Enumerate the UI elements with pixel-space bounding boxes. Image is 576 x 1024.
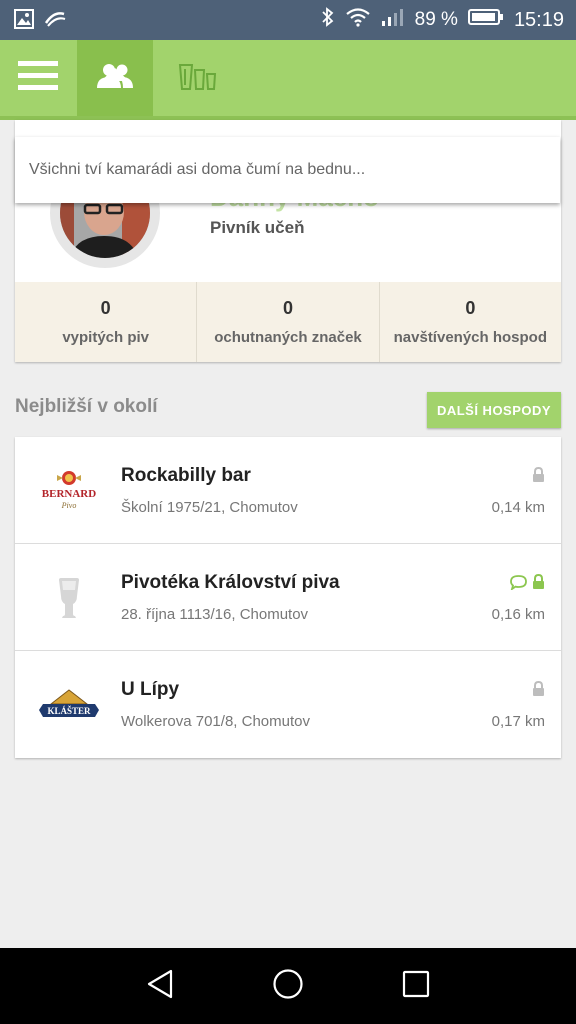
- back-icon: [145, 968, 175, 1005]
- active-tab-caret: [101, 68, 129, 81]
- gallery-icon: [14, 9, 34, 34]
- bernard-logo: BERNARD Pivo: [35, 463, 103, 519]
- battery-percent: 89 %: [414, 9, 458, 30]
- pub-list: BERNARD Pivo Rockabilly bar Školní 1975/…: [15, 437, 561, 758]
- clock: 15:19: [513, 8, 564, 31]
- app-bar: [0, 40, 576, 120]
- profile-stats: 0 vypitých piv 0 ochutnaných značek 0 na…: [15, 282, 561, 362]
- beer-glass-icon: [35, 570, 103, 626]
- stat-value: 0: [465, 298, 476, 318]
- stat-value: 0: [100, 298, 111, 318]
- bluetooth-icon: [321, 7, 335, 33]
- more-pubs-button[interactable]: DALŠÍ HOSPODY: [427, 392, 561, 428]
- pub-address: Školní 1975/21, Chomutov: [121, 499, 298, 516]
- pub-icons: [532, 466, 545, 488]
- lock-icon: [532, 466, 545, 488]
- pub-distance: 0,14 km: [491, 499, 545, 516]
- stat-value: 0: [282, 298, 293, 318]
- profile-rank: Pivník učeň: [210, 218, 305, 237]
- menu-button[interactable]: [0, 40, 76, 116]
- stat-brands-tasted: 0 ochutnaných značek: [197, 282, 380, 362]
- pub-name: U Lípy: [121, 679, 180, 700]
- logo-text: BERNARD: [42, 488, 96, 500]
- battery-icon: [467, 7, 504, 33]
- pub-address: 28. října 1113/16, Chomutov: [121, 606, 309, 623]
- logo-sub: Pivo: [61, 501, 77, 510]
- stat-beers-drunk: 0 vypitých piv: [15, 282, 198, 362]
- pub-distance: 0,16 km: [491, 606, 545, 623]
- pub-distance: 0,17 km: [491, 713, 545, 730]
- signal-icon: [381, 7, 405, 33]
- logo-text: KLÁŠTER: [47, 706, 91, 716]
- nearby-title: Nejbližší v okolí: [15, 396, 158, 417]
- lock-icon: [532, 573, 545, 595]
- menu-icon: [18, 60, 58, 97]
- system-nav-bar: [0, 948, 576, 1024]
- stat-label: ochutnaných značek: [214, 329, 362, 346]
- pub-icons: [532, 680, 545, 702]
- stat-pubs-visited: 0 navštívených hospod: [380, 282, 561, 362]
- list-item-pub[interactable]: KLÁŠTER U Lípy Wolkerova 701/8, Chomutov…: [15, 651, 561, 758]
- tab-beers[interactable]: [160, 40, 236, 116]
- pub-icons: [510, 573, 545, 595]
- recents-button[interactable]: [396, 966, 436, 1006]
- back-button[interactable]: [140, 966, 180, 1006]
- home-icon: [272, 968, 304, 1005]
- pub-name: Pivotéka Království piva: [121, 572, 340, 593]
- pub-address: Wolkerova 701/8, Chomutov: [121, 713, 310, 730]
- home-button[interactable]: [268, 966, 308, 1006]
- stat-label: navštívených hospod: [393, 329, 547, 346]
- sync-icon: [44, 9, 66, 34]
- stat-label: vypitých piv: [62, 329, 150, 346]
- list-item-pub[interactable]: Pivotéka Království piva 28. října 1113/…: [15, 544, 561, 651]
- lock-icon: [532, 680, 545, 702]
- beers-icon: [176, 61, 220, 96]
- status-bar: 89 % 15:19: [0, 0, 576, 40]
- wifi-icon: [345, 7, 371, 33]
- comment-icon: [510, 574, 527, 595]
- list-item-pub[interactable]: BERNARD Pivo Rockabilly bar Školní 1975/…: [15, 437, 561, 544]
- pub-name: Rockabilly bar: [121, 465, 251, 486]
- recents-icon: [401, 969, 431, 1004]
- friends-notice: Všichni tví kamarádi asi doma čumí na be…: [15, 137, 560, 203]
- klaster-logo: KLÁŠTER: [35, 677, 103, 733]
